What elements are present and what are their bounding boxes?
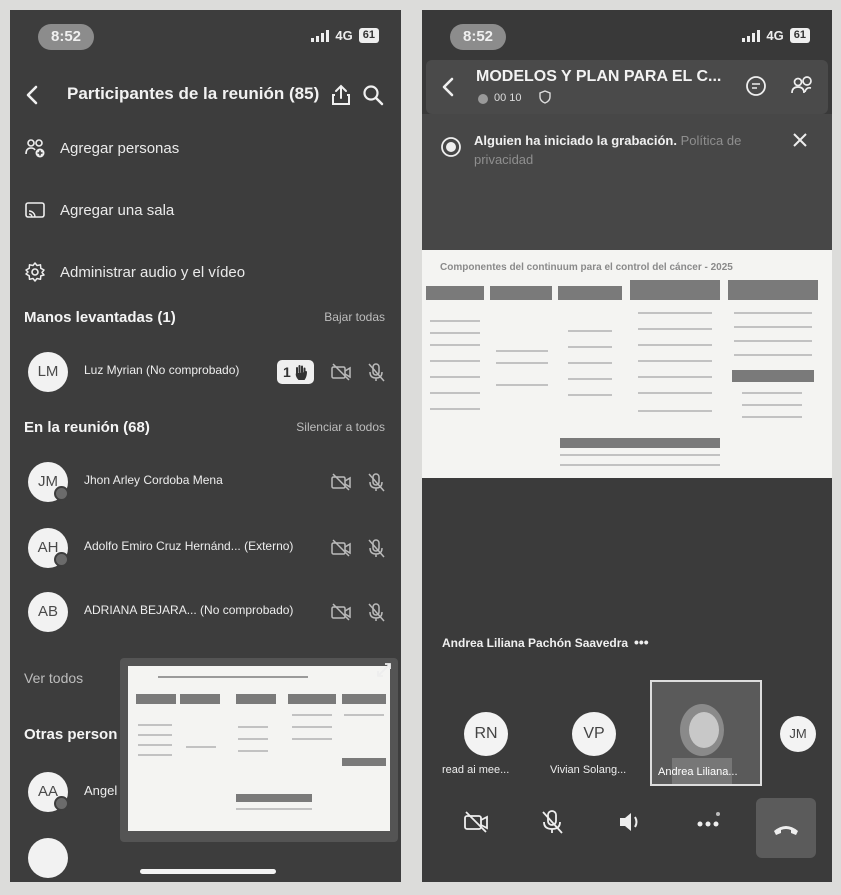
presence-dot — [54, 552, 69, 567]
participant-name: Luz Myrian (No comprobado) — [84, 363, 240, 377]
add-people-item[interactable]: Agregar personas — [10, 128, 401, 168]
home-indicator — [140, 869, 276, 874]
raised-hand-badge[interactable]: 1 — [277, 360, 314, 384]
gear-icon — [25, 262, 45, 282]
slide-title: Componentes del continuum para el contro… — [440, 262, 733, 273]
participant-name: Jhon Arley Cordoba Mena — [84, 473, 223, 487]
participants-header: Participantes de la reunión (85) — [10, 70, 401, 120]
signal-icon — [311, 29, 330, 42]
participants-screen: 8:52 4G 61 Participantes de la reunión (… — [10, 10, 401, 882]
participant-row[interactable]: AB ADRIANA BEJARA... (No comprobado) — [10, 590, 401, 634]
camera-off-icon[interactable] — [462, 808, 490, 836]
status-bar: 8:52 4G 61 — [10, 24, 401, 54]
manage-audio-video-item[interactable]: Administrar audio y el vídeo — [10, 252, 401, 292]
participant-name: Angel — [84, 783, 118, 798]
shared-screen: Componentes del continuum para el contro… — [422, 250, 832, 478]
participant-row[interactable]: JM Jhon Arley Cordoba Mena — [10, 460, 401, 504]
mic-off-icon — [368, 539, 385, 558]
cast-room-icon — [25, 202, 45, 218]
recording-icon — [441, 137, 461, 157]
status-time: 8:52 — [450, 24, 506, 50]
others-heading: Otras person — [24, 726, 118, 743]
battery-icon: 61 — [358, 28, 379, 43]
add-people-icon — [25, 139, 45, 158]
avatar: AH — [28, 528, 69, 568]
video-grid: Andrea Liliana Pachón Saavedra ••• RN re… — [422, 478, 832, 882]
participant-tile-avatar[interactable]: VP — [572, 712, 616, 756]
in-meeting-heading: En la reunión (68) — [24, 418, 150, 436]
battery-icon: 61 — [789, 28, 810, 43]
back-icon[interactable] — [22, 84, 44, 106]
active-speaker-name: Andrea Liliana Pachón Saavedra — [442, 636, 629, 650]
network-label: 4G — [766, 28, 784, 43]
avatar: LM — [28, 352, 68, 392]
recording-banner: Alguien ha iniciado la grabación. Políti… — [422, 114, 832, 250]
recording-message: Alguien ha iniciado la grabación. — [474, 133, 677, 148]
meeting-title: MODELOS Y PLAN PARA EL C... — [476, 68, 722, 85]
avatar: AB — [28, 592, 68, 632]
raised-hands-heading: Manos levantadas (1) — [24, 308, 176, 326]
camera-off-icon — [331, 603, 351, 621]
meeting-screen: 8:52 4G 61 MODELOS Y PLAN PARA EL C... 0… — [422, 10, 832, 882]
add-room-label: Agregar una sala — [60, 201, 175, 219]
end-call-button[interactable] — [756, 798, 816, 858]
mute-all-button[interactable]: Silenciar a todos — [296, 420, 385, 434]
presence-dot — [54, 486, 69, 501]
pip-window[interactable] — [120, 658, 398, 842]
share-icon[interactable] — [330, 84, 352, 106]
mic-off-icon — [368, 473, 385, 492]
chat-icon[interactable] — [744, 74, 768, 98]
manage-audio-video-label: Administrar audio y el vídeo — [60, 263, 246, 281]
hand-icon — [295, 365, 307, 380]
close-icon[interactable] — [792, 132, 808, 148]
participant-row[interactable]: LM Luz Myrian (No comprobado) 1 — [10, 350, 401, 394]
camera-off-icon — [331, 363, 351, 381]
avatar: AA — [28, 772, 69, 812]
status-time: 8:52 — [38, 24, 94, 50]
participant-name: ADRIANA BEJARA... (No comprobado) — [84, 603, 294, 617]
page-title: Participantes de la reunión (85) — [67, 84, 320, 103]
participant-tile-label: read ai mee... — [442, 764, 510, 776]
expand-icon[interactable] — [376, 662, 392, 678]
mic-off-icon — [368, 603, 385, 622]
participant-tile-avatar[interactable]: RN — [464, 712, 508, 756]
avatar — [28, 838, 68, 878]
meeting-header: MODELOS Y PLAN PARA EL C... 00 10 — [426, 60, 828, 114]
lower-all-button[interactable]: Bajar todas — [324, 310, 385, 324]
mic-off-icon — [368, 363, 385, 382]
in-meeting-section: En la reunión (68) Silenciar a todos — [24, 416, 385, 438]
people-icon[interactable] — [790, 74, 814, 98]
shield-icon — [539, 90, 551, 104]
network-label: 4G — [335, 28, 353, 43]
status-bar: 8:52 4G 61 — [422, 24, 832, 54]
meeting-timer: 00 10 — [494, 92, 522, 104]
avatar: JM — [28, 462, 69, 502]
hang-up-icon — [774, 826, 798, 835]
camera-off-icon — [331, 539, 351, 557]
recording-dot-icon — [478, 94, 488, 104]
participant-name: Adolfo Emiro Cruz Hernánd... (Externo) — [84, 539, 294, 553]
pip-slide — [128, 666, 390, 831]
search-icon[interactable] — [362, 84, 384, 106]
see-all-link[interactable]: Ver todos — [24, 670, 83, 686]
presence-dot — [54, 796, 69, 811]
back-icon[interactable] — [438, 76, 460, 98]
more-options-icon[interactable]: ••• — [634, 634, 649, 650]
participant-tile-label: Andrea Liliana... — [658, 766, 738, 778]
participant-row[interactable]: AH Adolfo Emiro Cruz Hernánd... (Externo… — [10, 526, 401, 570]
signal-icon — [742, 29, 761, 42]
participant-tile-avatar[interactable]: JM — [780, 716, 816, 752]
mic-off-icon[interactable] — [538, 808, 566, 836]
add-people-label: Agregar personas — [60, 139, 180, 157]
participant-video-tile[interactable]: Andrea Liliana... — [650, 680, 762, 786]
more-icon[interactable] — [694, 808, 722, 836]
add-room-item[interactable]: Agregar una sala — [10, 190, 401, 230]
speaker-icon[interactable] — [616, 808, 644, 836]
camera-off-icon — [331, 473, 351, 491]
participant-tile-label: Vivian Solang... — [550, 764, 627, 776]
raised-hands-section: Manos levantadas (1) Bajar todas — [24, 306, 385, 328]
